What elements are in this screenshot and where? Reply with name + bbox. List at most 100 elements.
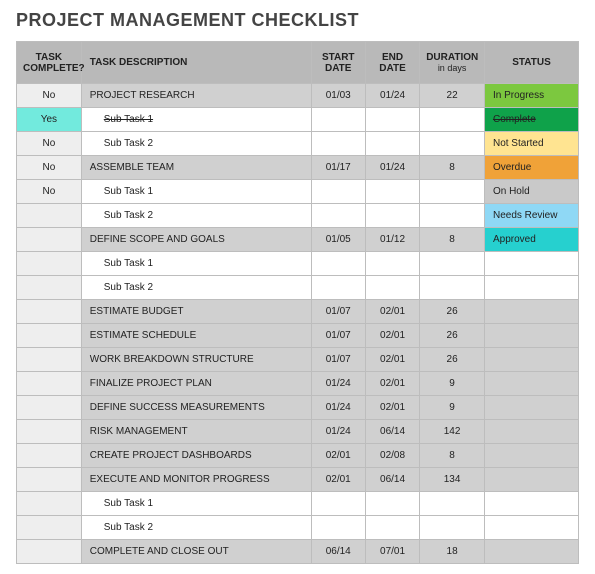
cell-task-complete[interactable] [17, 468, 82, 492]
cell-task-complete[interactable] [17, 492, 82, 516]
cell-task-description[interactable]: DEFINE SCOPE AND GOALS [81, 228, 311, 252]
cell-task-complete[interactable] [17, 228, 82, 252]
cell-start-date[interactable] [311, 252, 365, 276]
cell-duration[interactable]: 8 [420, 228, 485, 252]
cell-task-description[interactable]: Sub Task 1 [81, 492, 311, 516]
cell-end-date[interactable]: 06/14 [365, 468, 419, 492]
cell-end-date[interactable]: 01/24 [365, 84, 419, 108]
cell-duration[interactable]: 9 [420, 372, 485, 396]
cell-task-description[interactable]: RISK MANAGEMENT [81, 420, 311, 444]
cell-start-date[interactable]: 02/01 [311, 468, 365, 492]
cell-status[interactable]: Overdue [484, 156, 578, 180]
cell-task-description[interactable]: CREATE PROJECT DASHBOARDS [81, 444, 311, 468]
cell-task-complete[interactable] [17, 372, 82, 396]
cell-status[interactable]: On Hold [484, 180, 578, 204]
cell-task-description[interactable]: Sub Task 1 [81, 180, 311, 204]
cell-end-date[interactable]: 01/24 [365, 156, 419, 180]
cell-duration[interactable]: 22 [420, 84, 485, 108]
cell-status[interactable] [484, 444, 578, 468]
cell-task-complete[interactable] [17, 516, 82, 540]
cell-start-date[interactable]: 02/01 [311, 444, 365, 468]
cell-duration[interactable] [420, 516, 485, 540]
cell-task-description[interactable]: EXECUTE AND MONITOR PROGRESS [81, 468, 311, 492]
cell-start-date[interactable]: 01/05 [311, 228, 365, 252]
cell-task-description[interactable]: FINALIZE PROJECT PLAN [81, 372, 311, 396]
cell-start-date[interactable]: 01/07 [311, 324, 365, 348]
cell-end-date[interactable] [365, 204, 419, 228]
cell-task-complete[interactable] [17, 540, 82, 564]
cell-start-date[interactable] [311, 180, 365, 204]
cell-status[interactable] [484, 276, 578, 300]
cell-status[interactable] [484, 348, 578, 372]
cell-status[interactable]: Approved [484, 228, 578, 252]
cell-task-description[interactable]: Sub Task 1 [81, 252, 311, 276]
cell-duration[interactable]: 26 [420, 300, 485, 324]
cell-task-description[interactable]: COMPLETE AND CLOSE OUT [81, 540, 311, 564]
cell-task-complete[interactable] [17, 252, 82, 276]
cell-status[interactable] [484, 300, 578, 324]
cell-end-date[interactable] [365, 132, 419, 156]
cell-status[interactable] [484, 252, 578, 276]
cell-start-date[interactable]: 01/24 [311, 396, 365, 420]
cell-task-complete[interactable]: Yes [17, 108, 82, 132]
cell-end-date[interactable]: 06/14 [365, 420, 419, 444]
cell-task-complete[interactable]: No [17, 84, 82, 108]
cell-task-description[interactable]: Sub Task 2 [81, 516, 311, 540]
cell-task-complete[interactable] [17, 276, 82, 300]
cell-status[interactable] [484, 372, 578, 396]
cell-task-description[interactable]: Sub Task 2 [81, 204, 311, 228]
cell-duration[interactable] [420, 204, 485, 228]
cell-duration[interactable]: 8 [420, 444, 485, 468]
cell-task-complete[interactable]: No [17, 156, 82, 180]
cell-duration[interactable]: 9 [420, 396, 485, 420]
cell-duration[interactable]: 18 [420, 540, 485, 564]
cell-task-complete[interactable] [17, 444, 82, 468]
cell-end-date[interactable]: 07/01 [365, 540, 419, 564]
cell-task-description[interactable]: PROJECT RESEARCH [81, 84, 311, 108]
cell-duration[interactable] [420, 252, 485, 276]
cell-status[interactable]: In Progress [484, 84, 578, 108]
cell-start-date[interactable] [311, 516, 365, 540]
cell-duration[interactable] [420, 492, 485, 516]
cell-end-date[interactable]: 02/01 [365, 300, 419, 324]
cell-end-date[interactable]: 01/12 [365, 228, 419, 252]
cell-status[interactable] [484, 540, 578, 564]
cell-status[interactable] [484, 420, 578, 444]
cell-task-complete[interactable] [17, 324, 82, 348]
cell-end-date[interactable] [365, 108, 419, 132]
cell-status[interactable]: Complete [484, 108, 578, 132]
cell-task-description[interactable]: DEFINE SUCCESS MEASUREMENTS [81, 396, 311, 420]
cell-end-date[interactable]: 02/01 [365, 348, 419, 372]
cell-status[interactable] [484, 468, 578, 492]
cell-end-date[interactable]: 02/01 [365, 324, 419, 348]
cell-status[interactable]: Not Started [484, 132, 578, 156]
cell-task-description[interactable]: ESTIMATE SCHEDULE [81, 324, 311, 348]
cell-status[interactable] [484, 396, 578, 420]
cell-status[interactable] [484, 492, 578, 516]
cell-end-date[interactable] [365, 492, 419, 516]
cell-start-date[interactable]: 01/17 [311, 156, 365, 180]
cell-end-date[interactable] [365, 252, 419, 276]
cell-start-date[interactable] [311, 108, 365, 132]
cell-task-complete[interactable] [17, 396, 82, 420]
cell-end-date[interactable] [365, 276, 419, 300]
cell-start-date[interactable]: 01/03 [311, 84, 365, 108]
cell-start-date[interactable] [311, 492, 365, 516]
cell-task-description[interactable]: WORK BREAKDOWN STRUCTURE [81, 348, 311, 372]
cell-status[interactable] [484, 324, 578, 348]
cell-start-date[interactable]: 06/14 [311, 540, 365, 564]
cell-task-description[interactable]: ASSEMBLE TEAM [81, 156, 311, 180]
cell-status[interactable]: Needs Review [484, 204, 578, 228]
cell-duration[interactable]: 142 [420, 420, 485, 444]
cell-end-date[interactable]: 02/01 [365, 396, 419, 420]
cell-start-date[interactable]: 01/07 [311, 348, 365, 372]
cell-duration[interactable]: 26 [420, 348, 485, 372]
cell-task-complete[interactable] [17, 420, 82, 444]
cell-duration[interactable] [420, 132, 485, 156]
cell-start-date[interactable]: 01/07 [311, 300, 365, 324]
cell-duration[interactable] [420, 180, 485, 204]
cell-task-complete[interactable] [17, 300, 82, 324]
cell-end-date[interactable]: 02/08 [365, 444, 419, 468]
cell-duration[interactable] [420, 276, 485, 300]
cell-task-complete[interactable] [17, 348, 82, 372]
